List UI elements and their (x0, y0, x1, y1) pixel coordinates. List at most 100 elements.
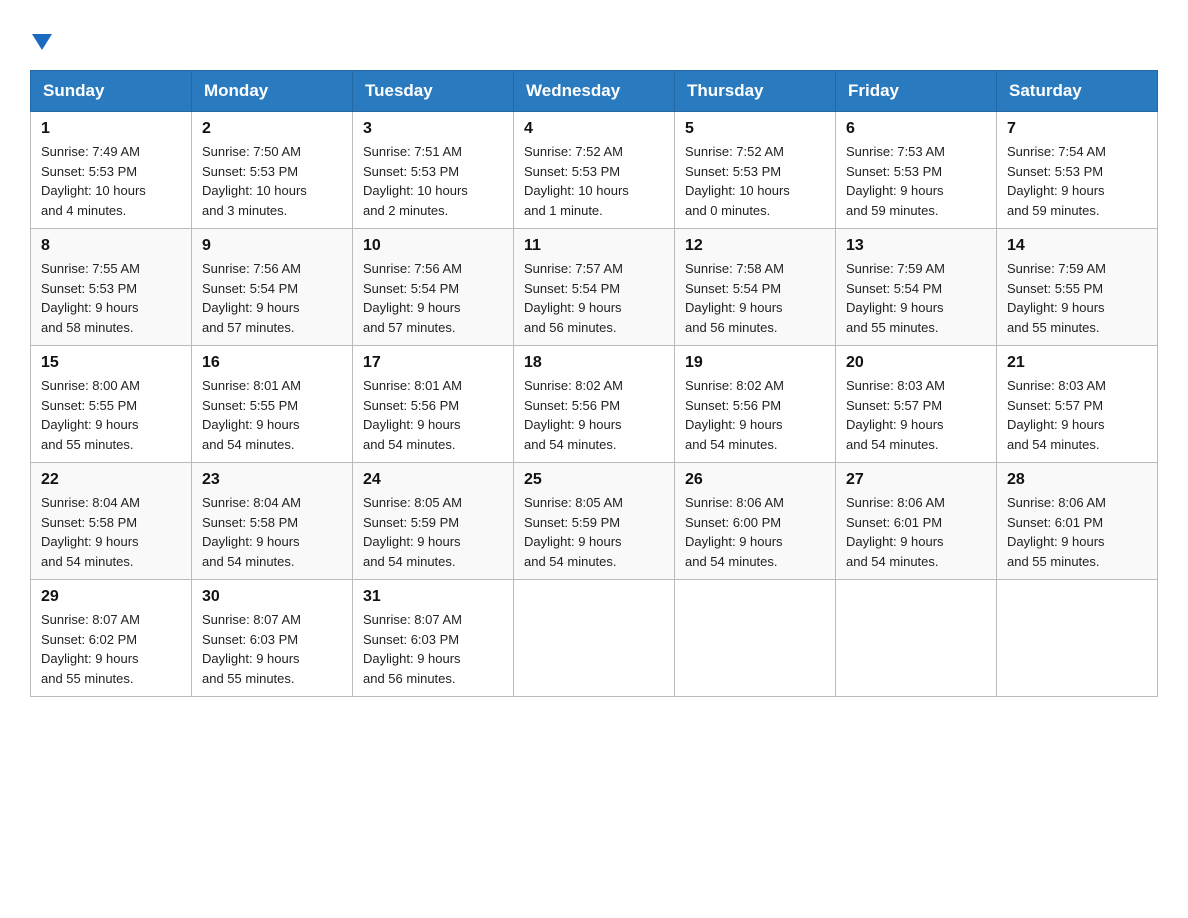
day-info: Sunrise: 7:50 AMSunset: 5:53 PMDaylight:… (202, 142, 342, 220)
day-info: Sunrise: 8:07 AMSunset: 6:03 PMDaylight:… (363, 610, 503, 688)
table-row: 9 Sunrise: 7:56 AMSunset: 5:54 PMDaylight… (192, 229, 353, 346)
day-info: Sunrise: 7:56 AMSunset: 5:54 PMDaylight:… (363, 259, 503, 337)
table-row: 18Sunrise: 8:02 AMSunset: 5:56 PMDayligh… (514, 346, 675, 463)
day-number: 15 (41, 354, 181, 372)
table-row: 1 Sunrise: 7:49 AMSunset: 5:53 PMDaylight… (31, 112, 192, 229)
day-number: 1 (41, 120, 181, 138)
table-row: 2 Sunrise: 7:50 AMSunset: 5:53 PMDaylight… (192, 112, 353, 229)
day-info: Sunrise: 8:05 AMSunset: 5:59 PMDaylight:… (524, 493, 664, 571)
calendar-header-row: Sunday Monday Tuesday Wednesday Thursday… (31, 71, 1158, 112)
day-info: Sunrise: 8:04 AMSunset: 5:58 PMDaylight:… (202, 493, 342, 571)
day-number: 30 (202, 588, 342, 606)
table-row: 7 Sunrise: 7:54 AMSunset: 5:53 PMDaylight… (997, 112, 1158, 229)
day-info: Sunrise: 7:56 AMSunset: 5:54 PMDaylight:… (202, 259, 342, 337)
day-number: 31 (363, 588, 503, 606)
day-number: 6 (846, 120, 986, 138)
day-number: 16 (202, 354, 342, 372)
day-number: 23 (202, 471, 342, 489)
table-row: 22 Sunrise: 8:04 AMSunset: 5:58 PMDayligh… (31, 463, 192, 580)
day-info: Sunrise: 8:03 AMSunset: 5:57 PMDaylight:… (1007, 376, 1147, 454)
calendar-week-row: 29Sunrise: 8:07 AMSunset: 6:02 PMDayligh… (31, 580, 1158, 697)
table-row: 11 Sunrise: 7:57 AMSunset: 5:54 PMDayligh… (514, 229, 675, 346)
day-number: 14 (1007, 237, 1147, 255)
day-number: 8 (41, 237, 181, 255)
day-info: Sunrise: 7:54 AMSunset: 5:53 PMDaylight:… (1007, 142, 1147, 220)
calendar-week-row: 15 Sunrise: 8:00 AMSunset: 5:55 PMDayligh… (31, 346, 1158, 463)
logo (30, 30, 52, 50)
day-number: 9 (202, 237, 342, 255)
table-row: 3 Sunrise: 7:51 AMSunset: 5:53 PMDaylight… (353, 112, 514, 229)
day-info: Sunrise: 8:02 AMSunset: 5:56 PMDaylight:… (685, 376, 825, 454)
day-number: 22 (41, 471, 181, 489)
day-number: 26 (685, 471, 825, 489)
day-number: 13 (846, 237, 986, 255)
table-row: 14Sunrise: 7:59 AMSunset: 5:55 PMDayligh… (997, 229, 1158, 346)
table-row: 29Sunrise: 8:07 AMSunset: 6:02 PMDayligh… (31, 580, 192, 697)
table-row: 28Sunrise: 8:06 AMSunset: 6:01 PMDayligh… (997, 463, 1158, 580)
table-row: 20 Sunrise: 8:03 AMSunset: 5:57 PMDayligh… (836, 346, 997, 463)
table-row: 4Sunrise: 7:52 AMSunset: 5:53 PMDaylight… (514, 112, 675, 229)
day-number: 18 (524, 354, 664, 372)
page-header (30, 30, 1158, 50)
table-row: 27Sunrise: 8:06 AMSunset: 6:01 PMDayligh… (836, 463, 997, 580)
day-number: 2 (202, 120, 342, 138)
day-number: 20 (846, 354, 986, 372)
table-row: 24 Sunrise: 8:05 AMSunset: 5:59 PMDayligh… (353, 463, 514, 580)
table-row: 31 Sunrise: 8:07 AMSunset: 6:03 PMDayligh… (353, 580, 514, 697)
day-info: Sunrise: 7:49 AMSunset: 5:53 PMDaylight:… (41, 142, 181, 220)
day-info: Sunrise: 8:06 AMSunset: 6:00 PMDaylight:… (685, 493, 825, 571)
day-number: 4 (524, 120, 664, 138)
table-row: 23 Sunrise: 8:04 AMSunset: 5:58 PMDayligh… (192, 463, 353, 580)
table-row: 25 Sunrise: 8:05 AMSunset: 5:59 PMDayligh… (514, 463, 675, 580)
col-thursday: Thursday (675, 71, 836, 112)
day-number: 28 (1007, 471, 1147, 489)
day-info: Sunrise: 7:51 AMSunset: 5:53 PMDaylight:… (363, 142, 503, 220)
table-row: 8 Sunrise: 7:55 AMSunset: 5:53 PMDaylight… (31, 229, 192, 346)
day-info: Sunrise: 7:55 AMSunset: 5:53 PMDaylight:… (41, 259, 181, 337)
col-friday: Friday (836, 71, 997, 112)
day-number: 5 (685, 120, 825, 138)
table-row: 19 Sunrise: 8:02 AMSunset: 5:56 PMDayligh… (675, 346, 836, 463)
table-row: 15 Sunrise: 8:00 AMSunset: 5:55 PMDayligh… (31, 346, 192, 463)
table-row: 21Sunrise: 8:03 AMSunset: 5:57 PMDayligh… (997, 346, 1158, 463)
table-row (836, 580, 997, 697)
calendar-week-row: 22 Sunrise: 8:04 AMSunset: 5:58 PMDayligh… (31, 463, 1158, 580)
logo-arrow-icon (32, 34, 52, 50)
table-row: 10 Sunrise: 7:56 AMSunset: 5:54 PMDayligh… (353, 229, 514, 346)
day-number: 19 (685, 354, 825, 372)
day-number: 12 (685, 237, 825, 255)
day-info: Sunrise: 7:58 AMSunset: 5:54 PMDaylight:… (685, 259, 825, 337)
day-number: 10 (363, 237, 503, 255)
table-row: 26 Sunrise: 8:06 AMSunset: 6:00 PMDayligh… (675, 463, 836, 580)
day-info: Sunrise: 8:06 AMSunset: 6:01 PMDaylight:… (846, 493, 986, 571)
day-number: 3 (363, 120, 503, 138)
col-wednesday: Wednesday (514, 71, 675, 112)
day-info: Sunrise: 8:04 AMSunset: 5:58 PMDaylight:… (41, 493, 181, 571)
day-info: Sunrise: 7:53 AMSunset: 5:53 PMDaylight:… (846, 142, 986, 220)
calendar-week-row: 1 Sunrise: 7:49 AMSunset: 5:53 PMDaylight… (31, 112, 1158, 229)
day-info: Sunrise: 7:57 AMSunset: 5:54 PMDaylight:… (524, 259, 664, 337)
day-number: 11 (524, 237, 664, 255)
calendar-table: Sunday Monday Tuesday Wednesday Thursday… (30, 70, 1158, 697)
day-number: 25 (524, 471, 664, 489)
col-tuesday: Tuesday (353, 71, 514, 112)
day-info: Sunrise: 7:52 AMSunset: 5:53 PMDaylight:… (685, 142, 825, 220)
table-row: 16Sunrise: 8:01 AMSunset: 5:55 PMDayligh… (192, 346, 353, 463)
col-sunday: Sunday (31, 71, 192, 112)
table-row (997, 580, 1158, 697)
table-row (675, 580, 836, 697)
day-number: 29 (41, 588, 181, 606)
calendar-week-row: 8 Sunrise: 7:55 AMSunset: 5:53 PMDaylight… (31, 229, 1158, 346)
day-info: Sunrise: 8:03 AMSunset: 5:57 PMDaylight:… (846, 376, 986, 454)
day-info: Sunrise: 8:05 AMSunset: 5:59 PMDaylight:… (363, 493, 503, 571)
day-info: Sunrise: 8:07 AMSunset: 6:03 PMDaylight:… (202, 610, 342, 688)
col-monday: Monday (192, 71, 353, 112)
day-number: 7 (1007, 120, 1147, 138)
table-row: 30 Sunrise: 8:07 AMSunset: 6:03 PMDayligh… (192, 580, 353, 697)
day-info: Sunrise: 7:59 AMSunset: 5:54 PMDaylight:… (846, 259, 986, 337)
table-row: 12 Sunrise: 7:58 AMSunset: 5:54 PMDayligh… (675, 229, 836, 346)
table-row: 6 Sunrise: 7:53 AMSunset: 5:53 PMDaylight… (836, 112, 997, 229)
day-info: Sunrise: 8:00 AMSunset: 5:55 PMDaylight:… (41, 376, 181, 454)
table-row: 17Sunrise: 8:01 AMSunset: 5:56 PMDayligh… (353, 346, 514, 463)
day-number: 24 (363, 471, 503, 489)
